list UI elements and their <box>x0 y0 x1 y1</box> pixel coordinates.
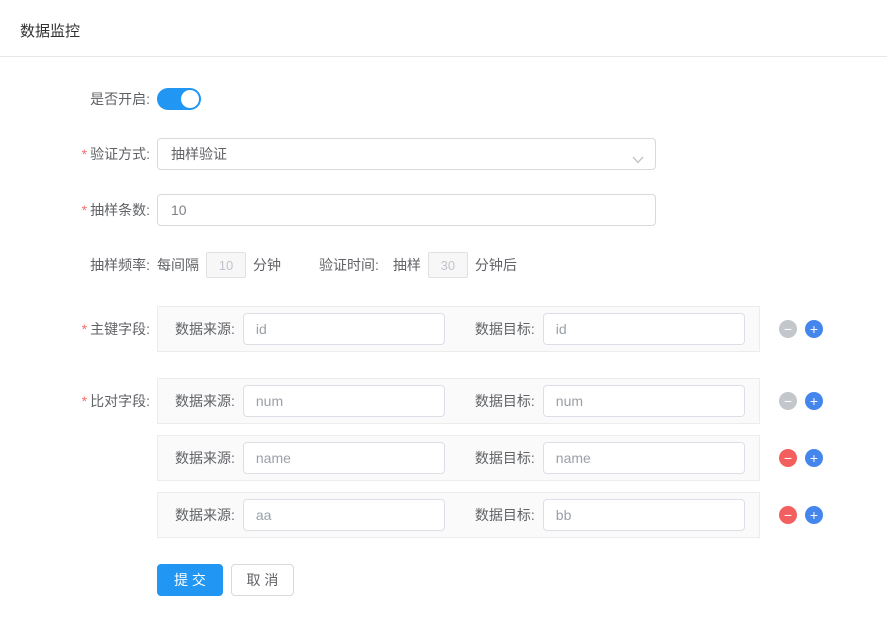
compare-field-row: *比对字段: 数据来源: 数据目标: − + 数据来源: 数据目标: <box>0 378 887 538</box>
required-asterisk: * <box>82 321 87 337</box>
primary-field-row: *主键字段: 数据来源: 数据目标: − + <box>0 306 887 352</box>
frequency-prefix: 每间隔 <box>157 255 199 275</box>
compare-target-input-2[interactable] <box>543 499 745 531</box>
frequency-input[interactable] <box>206 252 246 278</box>
compare-source-input-1[interactable] <box>243 442 445 474</box>
compare-field-line-2: 数据来源: 数据目标: − + <box>157 492 823 538</box>
remove-row-button[interactable]: − <box>779 392 797 410</box>
field-mapping-panel: 数据来源: 数据目标: <box>157 435 760 481</box>
verify-time-input[interactable] <box>428 252 468 278</box>
verify-method-label: *验证方式: <box>0 144 150 164</box>
primary-field-label: *主键字段: <box>0 306 150 352</box>
field-mapping-panel: 数据来源: 数据目标: <box>157 492 760 538</box>
remove-row-button[interactable]: − <box>779 320 797 338</box>
frequency-label: 抽样频率: <box>0 255 150 275</box>
required-asterisk: * <box>82 146 87 162</box>
sample-count-label: *抽样条数: <box>0 200 150 220</box>
sample-count-row: *抽样条数: <box>0 194 887 226</box>
verify-method-row: *验证方式: 抽样验证 <box>0 138 887 170</box>
remove-row-button[interactable]: − <box>779 506 797 524</box>
compare-field-line-0: 数据来源: 数据目标: − + <box>157 378 823 424</box>
verify-method-select[interactable]: 抽样验证 <box>157 138 656 170</box>
chevron-down-icon <box>632 151 644 167</box>
submit-button[interactable]: 提 交 <box>157 564 223 596</box>
target-label: 数据目标: <box>475 448 535 468</box>
add-row-button[interactable]: + <box>805 392 823 410</box>
page-header: 数据监控 <box>0 0 887 57</box>
verify-time-label: 验证时间: <box>319 255 379 275</box>
compare-field-label: *比对字段: <box>0 378 150 424</box>
enable-row: 是否开启: <box>0 88 887 110</box>
frequency-row: 抽样频率: 每间隔 分钟 验证时间: 抽样 分钟后 <box>0 252 887 278</box>
compare-target-input-0[interactable] <box>543 385 745 417</box>
target-label: 数据目标: <box>475 391 535 411</box>
page-title: 数据监控 <box>20 20 867 41</box>
toggle-knob <box>181 90 199 108</box>
frequency-unit: 分钟 <box>253 255 281 275</box>
add-row-button[interactable]: + <box>805 449 823 467</box>
primary-target-input[interactable] <box>543 313 745 345</box>
source-label: 数据来源: <box>175 505 235 525</box>
add-row-button[interactable]: + <box>805 320 823 338</box>
verify-time-unit: 分钟后 <box>475 255 517 275</box>
target-label: 数据目标: <box>475 319 535 339</box>
enable-toggle[interactable] <box>157 88 201 110</box>
compare-field-line-1: 数据来源: 数据目标: − + <box>157 435 823 481</box>
source-label: 数据来源: <box>175 448 235 468</box>
add-row-button[interactable]: + <box>805 506 823 524</box>
data-monitor-form: 是否开启: *验证方式: 抽样验证 *抽样条数: 抽样频率: 每间隔 分钟 验证… <box>0 57 887 596</box>
verify-time-prefix: 抽样 <box>393 255 421 275</box>
compare-source-input-0[interactable] <box>243 385 445 417</box>
enable-label: 是否开启: <box>0 89 150 109</box>
source-label: 数据来源: <box>175 319 235 339</box>
source-label: 数据来源: <box>175 391 235 411</box>
primary-source-input[interactable] <box>243 313 445 345</box>
remove-row-button[interactable]: − <box>779 449 797 467</box>
primary-field-line-0: 数据来源: 数据目标: − + <box>157 306 823 352</box>
compare-source-input-2[interactable] <box>243 499 445 531</box>
target-label: 数据目标: <box>475 505 535 525</box>
field-mapping-panel: 数据来源: 数据目标: <box>157 378 760 424</box>
required-asterisk: * <box>82 202 87 218</box>
compare-target-input-1[interactable] <box>543 442 745 474</box>
verify-method-value: 抽样验证 <box>171 144 227 164</box>
cancel-button[interactable]: 取 消 <box>231 564 294 596</box>
sample-count-input[interactable] <box>157 194 656 226</box>
form-actions: 提 交 取 消 <box>0 564 887 596</box>
field-mapping-panel: 数据来源: 数据目标: <box>157 306 760 352</box>
required-asterisk: * <box>82 393 87 409</box>
